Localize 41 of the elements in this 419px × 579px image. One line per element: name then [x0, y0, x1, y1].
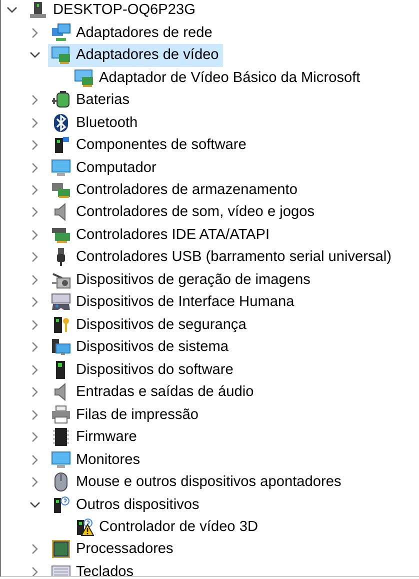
tree-item[interactable]: Controladores de armazenamento [48, 178, 302, 202]
tower-question-icon [51, 494, 71, 515]
tree-item[interactable]: Firmware [48, 426, 141, 449]
display-adapter-icon [51, 45, 71, 66]
tree-item[interactable]: Controladores USB (barramento serial universal) [48, 246, 396, 269]
tree-item[interactable]: Dispositivos de geração de imagens [48, 268, 314, 292]
tree-item[interactable]: Entradas e saídas de áudio [48, 380, 258, 404]
tree-item[interactable]: Teclados [48, 560, 138, 576]
battery-icon [51, 90, 71, 110]
computer-icon [28, 0, 48, 20]
tree-item[interactable]: Controladores de som, vídeo e jogos [48, 200, 319, 224]
tree-item[interactable]: Dispositivos de segurança [48, 313, 250, 336]
display-adapter-icon [74, 68, 94, 88]
tree-item[interactable]: Filas de impressão [48, 403, 202, 426]
printer-icon [51, 404, 71, 425]
tree-item[interactable]: Baterias [48, 88, 134, 112]
tree-item[interactable]: DESKTOP-OQ6P23G [25, 0, 200, 22]
chip-icon [51, 427, 71, 448]
monitor-icon [51, 158, 71, 178]
tree-item[interactable]: Outros dispositivos [48, 493, 204, 516]
tower-key-icon [51, 314, 71, 335]
tree-item[interactable]: Monitores [48, 448, 144, 472]
keyboard-gamepad-icon [51, 292, 71, 312]
tree-item[interactable]: Processadores [48, 538, 178, 561]
tower-monitor-icon [51, 337, 71, 358]
tree-item[interactable]: Dispositivos do software [48, 358, 238, 382]
tree-item[interactable]: Controladores IDE ATA/ATAPI [48, 223, 274, 246]
tree-item[interactable]: Bluetooth [48, 111, 142, 134]
bluetooth-icon [51, 112, 71, 133]
network-icon [51, 22, 71, 43]
tree-item[interactable]: Controlador de vídeo 3D [71, 516, 262, 539]
tree-item[interactable]: Adaptadores de vídeo [48, 44, 223, 67]
processor-icon [51, 539, 71, 560]
tree-item[interactable]: Computador [48, 156, 160, 180]
monitor-icon [51, 450, 71, 470]
tree-item[interactable]: Adaptador de Vídeo Básico da Microsoft [71, 66, 364, 90]
tree-item[interactable]: Mouse e outros dispositivos apontadores [48, 470, 346, 494]
tree-item[interactable]: Adaptadores de rede [48, 21, 216, 44]
tree-item[interactable]: Dispositivos de sistema [48, 336, 232, 359]
tree-item[interactable]: Componentes de software [48, 134, 250, 157]
tree-item[interactable]: Dispositivos de Interface Humana [48, 290, 298, 314]
